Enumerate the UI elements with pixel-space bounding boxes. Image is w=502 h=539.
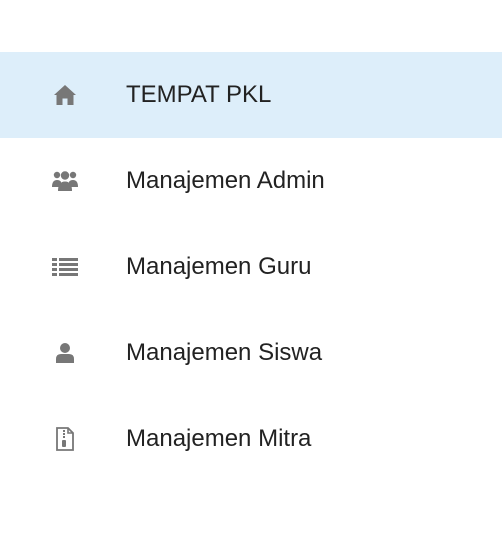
sidebar-item-manajemen-mitra[interactable]: Manajemen Mitra — [0, 396, 502, 482]
home-icon — [50, 80, 80, 110]
sidebar-item-manajemen-guru[interactable]: Manajemen Guru — [0, 224, 502, 310]
sidebar-item-tempat-pkl[interactable]: TEMPAT PKL — [0, 52, 502, 138]
sidebar-item-label: Manajemen Admin — [126, 167, 325, 194]
users-icon — [50, 166, 80, 196]
list-icon — [50, 252, 80, 282]
sidebar-menu: TEMPAT PKL Manajemen Admin Manajemen Gur… — [0, 52, 502, 482]
sidebar-item-label: Manajemen Guru — [126, 253, 312, 280]
file-icon — [50, 424, 80, 454]
user-icon — [50, 338, 80, 368]
sidebar-item-manajemen-siswa[interactable]: Manajemen Siswa — [0, 310, 502, 396]
sidebar-item-label: Manajemen Siswa — [126, 339, 323, 366]
sidebar-item-label: TEMPAT PKL — [126, 81, 272, 108]
sidebar-item-manajemen-admin[interactable]: Manajemen Admin — [0, 138, 502, 224]
sidebar-item-label: Manajemen Mitra — [126, 425, 312, 452]
